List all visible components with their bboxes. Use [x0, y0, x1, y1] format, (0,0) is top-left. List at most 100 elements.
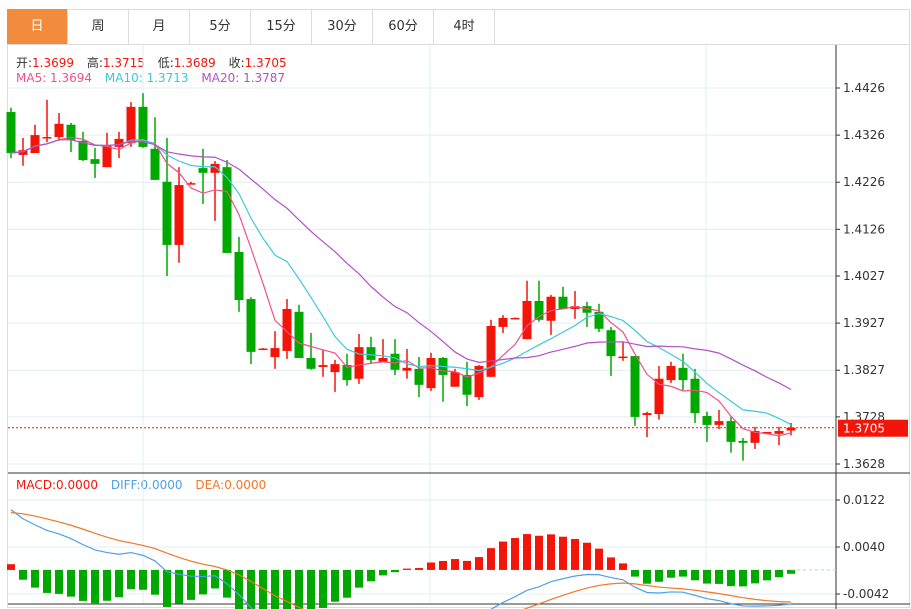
macd-bar	[43, 569, 51, 593]
candle-body	[102, 145, 112, 168]
macd-bar	[403, 568, 411, 570]
macd-bar	[103, 569, 111, 601]
macd-bar	[559, 536, 567, 570]
macd-bar	[427, 562, 435, 570]
candle	[318, 349, 328, 377]
macd-bar	[127, 569, 135, 590]
candle	[246, 297, 256, 365]
macd-tick-label: -0.0042	[843, 587, 889, 601]
macd-bar	[523, 534, 531, 570]
candle	[366, 336, 376, 365]
candle	[438, 357, 448, 402]
macd-bar	[619, 563, 627, 570]
macd-tick-label: 0.0040	[843, 540, 885, 554]
candle	[738, 438, 748, 461]
macd-bar	[79, 569, 87, 601]
macd-bar	[607, 557, 615, 570]
candle	[498, 315, 508, 334]
candle-body	[414, 368, 424, 385]
macd-bar	[499, 541, 507, 570]
candle-body	[270, 348, 280, 358]
candle-body	[486, 325, 496, 377]
candle-body	[642, 413, 652, 415]
candle	[606, 326, 616, 376]
candle-body	[558, 296, 568, 309]
kline-chart[interactable]: 1.4426 1.4326 1.4226 1.4126 1.4027 1.3927 1.38…	[0, 0, 911, 609]
candle	[294, 304, 304, 358]
candle-body	[606, 330, 616, 357]
candle-body	[90, 159, 100, 164]
candle	[306, 333, 316, 370]
candle-body	[726, 421, 736, 442]
macd-bar	[679, 569, 687, 577]
dea-line	[10, 512, 792, 609]
macd-bar	[739, 569, 747, 587]
candle-body	[222, 167, 232, 253]
candle-body	[522, 300, 532, 340]
candle	[102, 132, 112, 168]
candle-body	[366, 347, 376, 360]
candle-body	[294, 311, 304, 358]
macd-bar	[715, 569, 723, 584]
candle	[414, 357, 424, 398]
price-tick-label: 1.4226	[843, 175, 885, 189]
macd-bar	[751, 569, 759, 584]
macd-bar	[331, 569, 339, 602]
macd-bar	[31, 569, 39, 588]
macd-bar	[535, 535, 543, 570]
macd-bar	[691, 569, 699, 581]
macd-bar	[595, 548, 603, 570]
macd-bar	[655, 569, 663, 582]
candle-body	[462, 374, 472, 395]
macd-bar	[307, 569, 315, 609]
macd-bar	[271, 569, 279, 609]
macd-bar	[643, 569, 651, 584]
macd-bar	[367, 569, 375, 582]
macd-bar	[547, 534, 555, 570]
candle	[354, 333, 364, 384]
macd-bar	[571, 539, 579, 570]
candle-body	[6, 112, 16, 154]
candle-body	[354, 347, 364, 379]
macd-bar	[7, 564, 15, 570]
candle-body	[174, 185, 184, 245]
ma20-line	[10, 139, 792, 391]
candle-body	[54, 123, 64, 138]
candle-body	[630, 356, 640, 417]
macd-bar	[415, 568, 423, 570]
candle	[6, 107, 16, 159]
macd-bar	[487, 548, 495, 570]
candle	[690, 368, 700, 424]
macd-bar	[727, 569, 735, 587]
macd-bar	[763, 569, 771, 581]
macd-bar	[199, 569, 207, 595]
candle	[618, 341, 628, 361]
candle-body	[402, 367, 412, 371]
macd-bar	[55, 569, 63, 594]
candle	[570, 291, 580, 319]
candle	[54, 112, 64, 141]
price-tick-label: 1.3628	[843, 457, 885, 471]
candle	[642, 411, 652, 438]
candle	[42, 99, 52, 143]
macd-bar	[511, 538, 519, 570]
candle-body	[450, 372, 460, 387]
candle	[666, 361, 676, 383]
candle	[234, 236, 244, 312]
price-tick-label: 1.4027	[843, 269, 885, 283]
macd-bar	[451, 559, 459, 570]
macd-bar	[703, 569, 711, 584]
candle	[546, 294, 556, 335]
candle	[90, 147, 100, 178]
candle-body	[150, 148, 160, 180]
macd-bar	[67, 569, 75, 597]
candle	[654, 365, 664, 420]
candle-body	[498, 317, 508, 327]
candle	[750, 426, 760, 449]
candle	[558, 286, 568, 309]
macd-bar	[19, 569, 27, 580]
candle-body	[786, 427, 796, 431]
macd-bar	[247, 569, 255, 609]
candle-body	[702, 415, 712, 425]
candle	[258, 348, 268, 351]
